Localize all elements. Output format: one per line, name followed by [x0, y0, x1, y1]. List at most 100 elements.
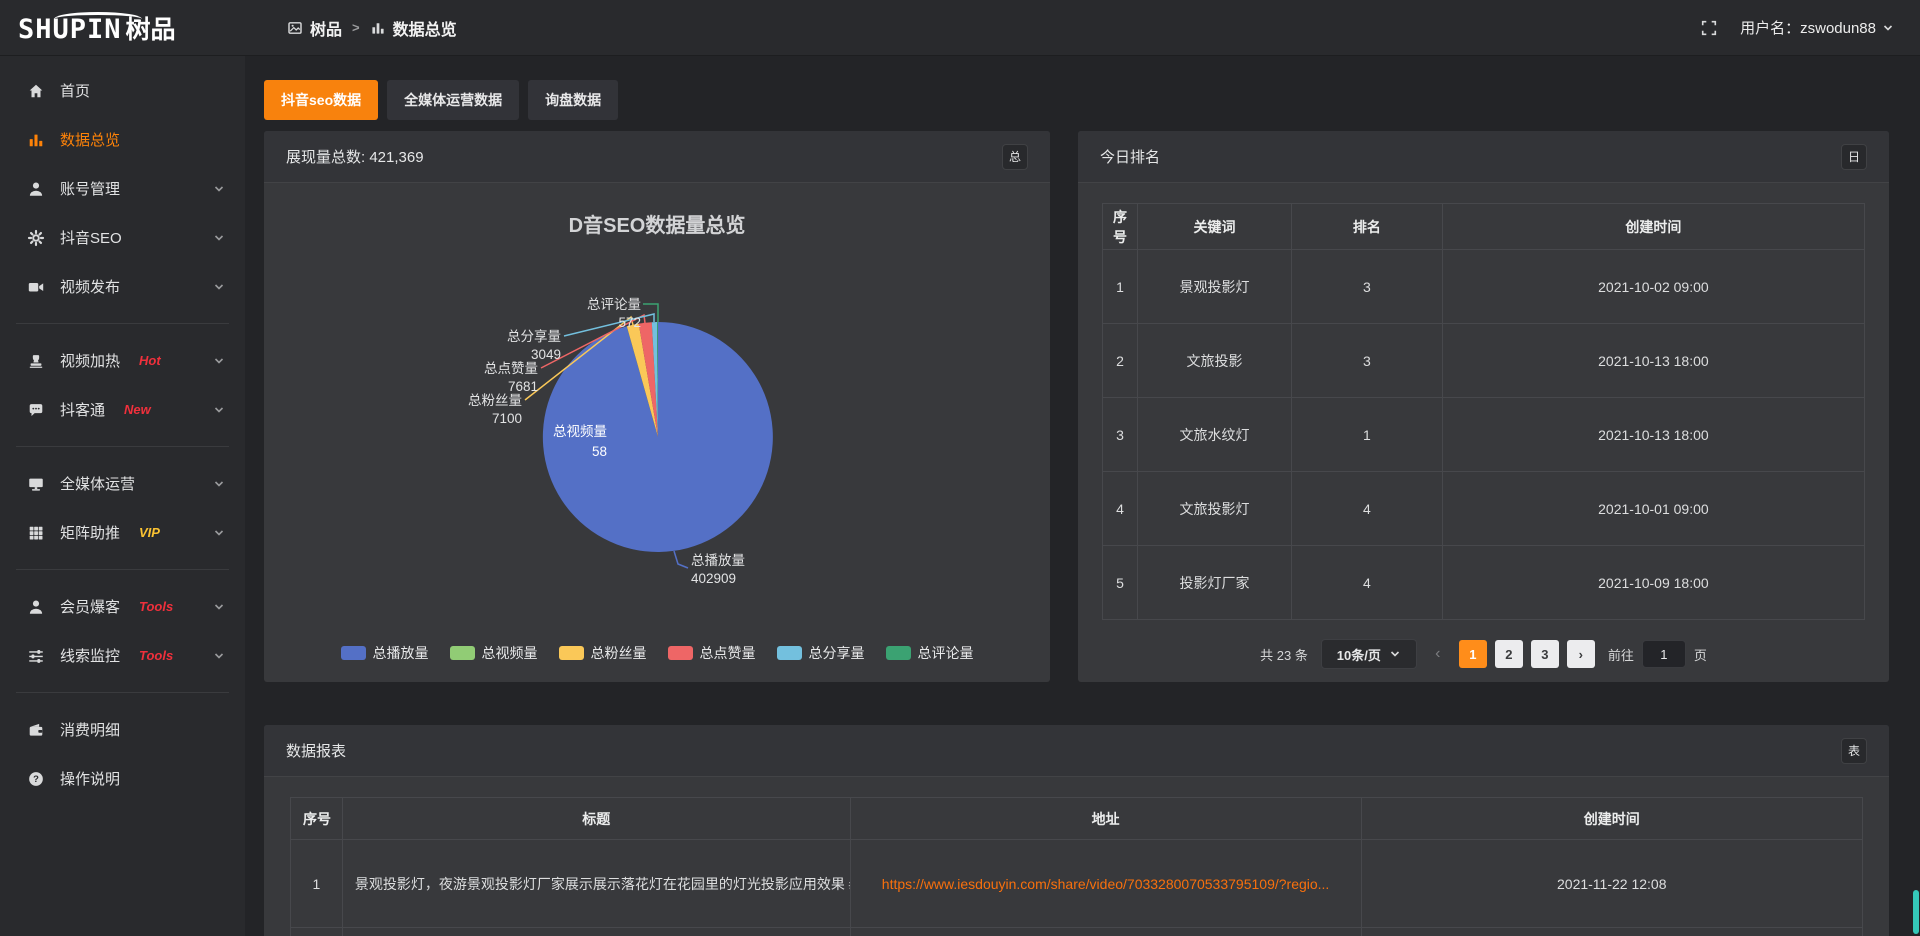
chevron-down-icon	[213, 404, 225, 416]
column-header: 关键词	[1138, 204, 1292, 250]
legend-label: 总分享量	[809, 643, 865, 663]
goto-page-input[interactable]	[1642, 640, 1686, 668]
ranking-panel-title: 今日排名	[1100, 146, 1160, 167]
sidebar-item-douyin-seo[interactable]: 抖音SEO	[0, 213, 245, 262]
pie-label-name: 总粉丝量	[468, 393, 522, 408]
monitor-icon	[27, 475, 45, 493]
legend-item-总视频量[interactable]: 总视频量	[450, 643, 538, 663]
column-header: 创建时间	[1442, 204, 1864, 250]
table-row: 4文旅投影灯42021-10-01 09:00	[1103, 472, 1865, 546]
report-link[interactable]: https://www.iesdouyin.com/share/video/70…	[882, 876, 1330, 892]
legend-item-总分享量[interactable]: 总分享量	[777, 643, 865, 663]
pie-label-name: 总点赞量	[484, 361, 538, 376]
page-button-3[interactable]: 3	[1531, 640, 1559, 668]
table-badge-button[interactable]: 表	[1841, 738, 1867, 764]
breadcrumb-item-overview[interactable]: 数据总览	[370, 16, 457, 40]
home-icon	[27, 82, 45, 100]
username-menu[interactable]: 用户名：zswodun88	[1740, 17, 1894, 38]
legend-item-总评论量[interactable]: 总评论量	[886, 643, 974, 663]
column-header: 地址	[850, 798, 1361, 840]
table-cell: 4	[1103, 472, 1138, 546]
table-cell: 3	[1291, 250, 1442, 324]
goto-page: 前往 页	[1608, 640, 1707, 668]
sidebar-item-heat[interactable]: 视频加热Hot	[0, 336, 245, 385]
pie-label-value: 7100	[492, 411, 522, 426]
ranking-panel: 今日排名 日 序号关键词排名创建时间 1景观投影灯32021-10-02 09:…	[1078, 131, 1889, 682]
sidebar-item-media[interactable]: 全媒体运营	[0, 459, 245, 508]
ranking-table: 序号关键词排名创建时间 1景观投影灯32021-10-02 09:002文旅投影…	[1102, 203, 1865, 620]
tab-0[interactable]: 抖音seo数据	[264, 80, 378, 120]
sidebar-item-account[interactable]: 账号管理	[0, 164, 245, 213]
sidebar-item-overview[interactable]: 数据总览	[0, 115, 245, 164]
chevron-down-icon	[213, 355, 225, 367]
pie-label-name: 总视频量	[553, 424, 607, 439]
stamp-icon	[27, 352, 45, 370]
sidebar-item-label: 线索监控	[60, 645, 120, 666]
video-icon	[27, 278, 45, 296]
gear-icon	[27, 229, 45, 247]
legend-item-总播放量[interactable]: 总播放量	[341, 643, 429, 663]
page-size-select[interactable]: 10条/页	[1321, 639, 1417, 669]
table-cell: 2021-11-22 12:08	[1361, 840, 1862, 928]
day-badge-button[interactable]: 日	[1841, 144, 1867, 170]
username-label: 用户名：zswodun88	[1740, 17, 1876, 38]
legend-label: 总播放量	[373, 643, 429, 663]
person-icon	[27, 598, 45, 616]
sidebar-item-consume[interactable]: 消费明细	[0, 705, 245, 754]
table-row: 5投影灯厂家42021-10-09 18:00	[1103, 546, 1865, 620]
scrollbar-thumb[interactable]	[1913, 890, 1919, 934]
tab-2[interactable]: 询盘数据	[528, 80, 618, 120]
pie-chart-title: D音SEO数据量总览	[264, 209, 1050, 238]
table-cell: 4	[1291, 546, 1442, 620]
legend-item-总粉丝量[interactable]: 总粉丝量	[559, 643, 647, 663]
chevron-down-icon	[213, 478, 225, 490]
sliders-icon	[27, 647, 45, 665]
data-source-tabs: 抖音seo数据全媒体运营数据询盘数据	[264, 80, 618, 120]
pie-label-value: 572	[618, 315, 641, 330]
sidebar-item-help[interactable]: ?操作说明	[0, 754, 245, 803]
goto-label: 前往	[1608, 645, 1634, 664]
chevron-down-icon	[1882, 22, 1894, 34]
table-cell: 投影灯厂家	[1138, 546, 1292, 620]
pie-label-name: 总分享量	[507, 328, 561, 344]
goto-suffix: 页	[1694, 645, 1707, 664]
tab-1[interactable]: 全媒体运营数据	[387, 80, 519, 120]
breadcrumb-label: 树品	[310, 16, 342, 40]
table-cell: 4	[1291, 472, 1442, 546]
sidebar-item-label: 全媒体运营	[60, 473, 135, 494]
sidebar-item-matrix[interactable]: 矩阵助推VIP	[0, 508, 245, 557]
table-cell: 2021-10-09 18:00	[1442, 546, 1864, 620]
sidebar-item-label: 会员爆客	[60, 596, 120, 617]
table-cell: 2	[1103, 324, 1138, 398]
prev-page-button[interactable]: ‹	[1430, 645, 1446, 663]
legend-item-总点赞量[interactable]: 总点赞量	[668, 643, 756, 663]
page-button-2[interactable]: 2	[1495, 640, 1523, 668]
pie-label-name: 总评论量	[587, 297, 641, 312]
table-cell: 文旅水纹灯	[1138, 398, 1292, 472]
page-button-1[interactable]: 1	[1459, 640, 1487, 668]
sidebar-item-clue[interactable]: 线索监控Tools	[0, 631, 245, 680]
sidebar-item-member[interactable]: 会员爆客 Tools	[0, 582, 245, 631]
question-icon: ?	[27, 770, 45, 788]
pagination-total: 共 23 条	[1260, 645, 1308, 664]
sidebar-item-publish[interactable]: 视频发布	[0, 262, 245, 311]
sidebar-item-tag: Tools	[139, 599, 173, 614]
sidebar-item-home[interactable]: 首页	[0, 66, 245, 115]
table-row	[291, 928, 1863, 936]
table-cell: 3	[1103, 398, 1138, 472]
report-panel-header: 数据报表 表	[264, 725, 1889, 777]
svg-text:?: ?	[33, 774, 39, 785]
table-cell: 2021-10-13 18:00	[1442, 398, 1864, 472]
sidebar-item-douketong[interactable]: 抖客通New	[0, 385, 245, 434]
sidebar-divider	[16, 692, 229, 693]
fullscreen-icon[interactable]	[1700, 19, 1718, 37]
table-cell: 1	[1103, 250, 1138, 324]
table-cell: 1	[1291, 398, 1442, 472]
next-page-button[interactable]: ›	[1567, 640, 1595, 668]
column-header: 序号	[291, 798, 343, 840]
breadcrumb-item-home[interactable]: 树品	[287, 16, 342, 40]
sidebar-item-label: 视频加热	[60, 350, 120, 371]
chevron-down-icon	[1389, 648, 1401, 660]
legend-swatch	[886, 646, 911, 660]
ranking-panel-header: 今日排名 日	[1078, 131, 1889, 183]
